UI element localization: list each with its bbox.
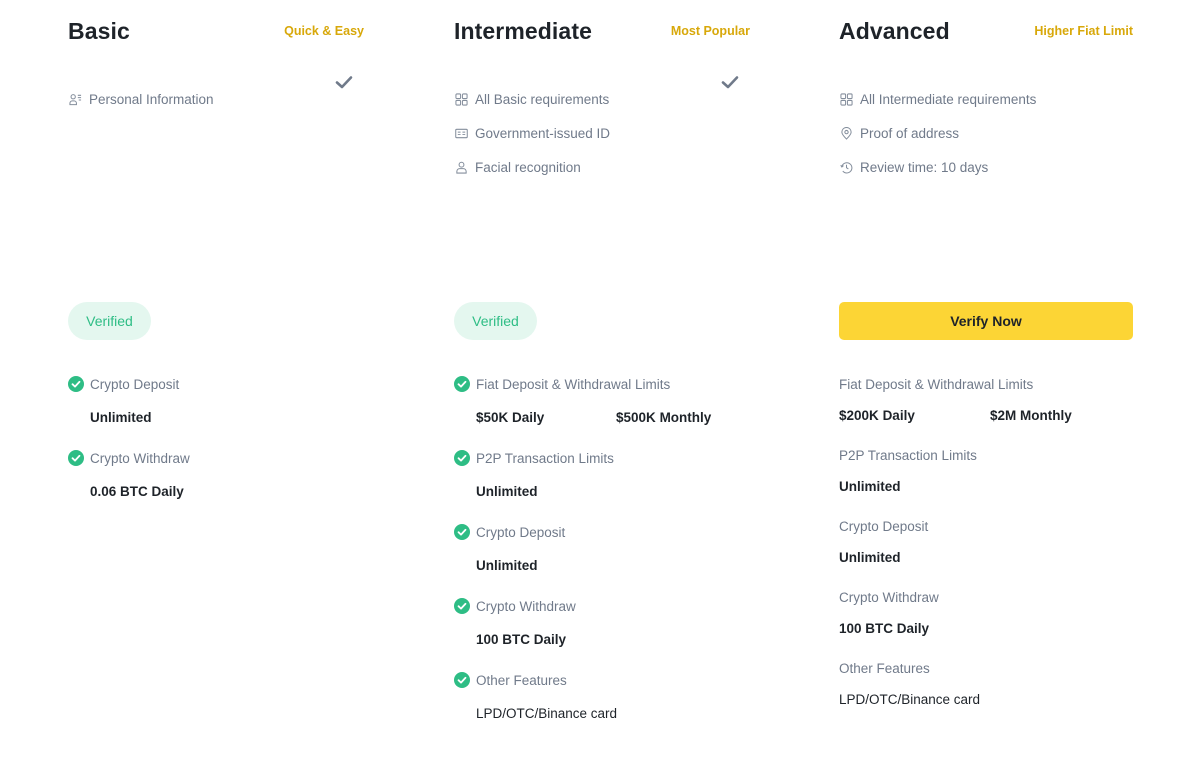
requirement-label: Proof of address bbox=[860, 125, 960, 141]
limit-item: Fiat Deposit & Withdrawal Limits $50K Da… bbox=[454, 374, 750, 425]
daily-limit: $200K Daily bbox=[839, 408, 915, 423]
limit-label: Crypto Deposit bbox=[839, 518, 929, 534]
limit-item: Fiat Deposit & Withdrawal Limits $200K D… bbox=[839, 374, 1135, 424]
limit-value: 100 BTC Daily bbox=[839, 621, 930, 636]
limit-item: Crypto Deposit Unlimited bbox=[454, 522, 750, 573]
monthly-limit: $2M Monthly bbox=[990, 408, 1072, 423]
requirements-list: All Basic requirements Government-issued… bbox=[454, 89, 610, 191]
check-circle-icon bbox=[454, 376, 470, 392]
limit-label: Other Features bbox=[839, 660, 930, 676]
limit-label: P2P Transaction Limits bbox=[476, 450, 614, 466]
limit-label: Crypto Deposit bbox=[90, 376, 180, 392]
limit-value: Unlimited bbox=[839, 479, 901, 494]
tier-title: Advanced bbox=[839, 18, 950, 44]
limit-value: Unlimited bbox=[90, 410, 152, 425]
check-circle-icon bbox=[454, 672, 470, 688]
requirement-item: Review time: 10 days bbox=[839, 157, 1036, 177]
requirements-list: All Intermediate requirements Proof of a… bbox=[839, 89, 1036, 191]
verify-now-button[interactable]: Verify Now bbox=[839, 302, 1133, 340]
limit-item: Other Features LPD/OTC/Binance card bbox=[839, 658, 1135, 708]
requirement-label: Government-issued ID bbox=[475, 125, 611, 141]
tier-basic: Basic Quick & Easy Personal Information … bbox=[68, 0, 364, 776]
tier-title: Basic bbox=[68, 18, 130, 44]
requirement-label: Review time: 10 days bbox=[860, 159, 989, 175]
limit-label: Crypto Withdraw bbox=[90, 450, 190, 466]
check-circle-icon bbox=[68, 450, 84, 466]
limit-label: Fiat Deposit & Withdrawal Limits bbox=[476, 376, 671, 392]
requirement-label: Personal Information bbox=[89, 91, 214, 107]
requirement-item: All Basic requirements bbox=[454, 89, 610, 109]
limit-item: Crypto Deposit Unlimited bbox=[839, 516, 1135, 566]
tier-advanced: Advanced Higher Fiat Limit All Intermedi… bbox=[839, 0, 1135, 776]
checkmark-icon bbox=[335, 76, 353, 89]
check-circle-icon bbox=[68, 376, 84, 392]
limit-value: LPD/OTC/Binance card bbox=[476, 706, 618, 721]
limit-label: P2P Transaction Limits bbox=[839, 447, 977, 463]
limits-list: Crypto Deposit Unlimited Crypto Withdraw… bbox=[68, 374, 364, 522]
clock-history-icon bbox=[839, 160, 853, 174]
limit-label: Other Features bbox=[476, 672, 567, 688]
requirement-item: Proof of address bbox=[839, 123, 1036, 143]
limit-value: Unlimited bbox=[476, 558, 538, 573]
limit-item: Crypto Deposit Unlimited bbox=[68, 374, 364, 425]
check-circle-icon bbox=[454, 524, 470, 540]
user-icon bbox=[454, 160, 468, 174]
limit-item: P2P Transaction Limits Unlimited bbox=[839, 445, 1135, 495]
limits-list: Fiat Deposit & Withdrawal Limits $200K D… bbox=[839, 374, 1135, 729]
grid-icon bbox=[454, 92, 468, 106]
requirements-list: Personal Information bbox=[68, 89, 214, 123]
daily-limit: $50K Daily bbox=[476, 410, 545, 425]
requirement-label: All Intermediate requirements bbox=[860, 91, 1037, 107]
location-pin-icon bbox=[839, 126, 853, 140]
verified-badge: Verified bbox=[454, 302, 537, 340]
limit-item: Other Features LPD/OTC/Binance card bbox=[454, 670, 750, 721]
requirement-item: Personal Information bbox=[68, 89, 214, 109]
tier-tag: Most Popular bbox=[670, 24, 750, 38]
requirement-label: Facial recognition bbox=[475, 159, 581, 175]
tier-tag: Quick & Easy bbox=[284, 24, 364, 38]
limit-label: Crypto Withdraw bbox=[476, 598, 576, 614]
limit-value: LPD/OTC/Binance card bbox=[839, 692, 981, 707]
limit-label: Fiat Deposit & Withdrawal Limits bbox=[839, 376, 1034, 392]
requirement-item: All Intermediate requirements bbox=[839, 89, 1036, 109]
requirement-item: Facial recognition bbox=[454, 157, 610, 177]
tier-title: Intermediate bbox=[454, 18, 592, 44]
limit-item: Crypto Withdraw 100 BTC Daily bbox=[454, 596, 750, 647]
personal-info-icon bbox=[68, 92, 82, 106]
limit-item: Crypto Withdraw 100 BTC Daily bbox=[839, 587, 1135, 637]
requirement-label: All Basic requirements bbox=[475, 91, 610, 107]
grid-icon bbox=[839, 92, 853, 106]
limit-label: Crypto Withdraw bbox=[839, 589, 939, 605]
verified-badge: Verified bbox=[68, 302, 151, 340]
limit-value: 0.06 BTC Daily bbox=[90, 484, 184, 499]
tier-tag: Higher Fiat Limit bbox=[1034, 24, 1133, 38]
limit-value: Unlimited bbox=[476, 484, 538, 499]
limit-value: Unlimited bbox=[839, 550, 901, 565]
limit-item: Crypto Withdraw 0.06 BTC Daily bbox=[68, 448, 364, 499]
tier-intermediate: Intermediate Most Popular All Basic requ… bbox=[454, 0, 750, 776]
limit-item: P2P Transaction Limits Unlimited bbox=[454, 448, 750, 499]
monthly-limit: $500K Monthly bbox=[616, 410, 712, 425]
limits-list: Fiat Deposit & Withdrawal Limits $50K Da… bbox=[454, 374, 750, 744]
id-card-icon bbox=[454, 126, 468, 140]
requirement-item: Government-issued ID bbox=[454, 123, 610, 143]
check-circle-icon bbox=[454, 450, 470, 466]
check-circle-icon bbox=[454, 598, 470, 614]
limit-value: 100 BTC Daily bbox=[476, 632, 567, 647]
checkmark-icon bbox=[721, 76, 739, 89]
limit-label: Crypto Deposit bbox=[476, 524, 566, 540]
